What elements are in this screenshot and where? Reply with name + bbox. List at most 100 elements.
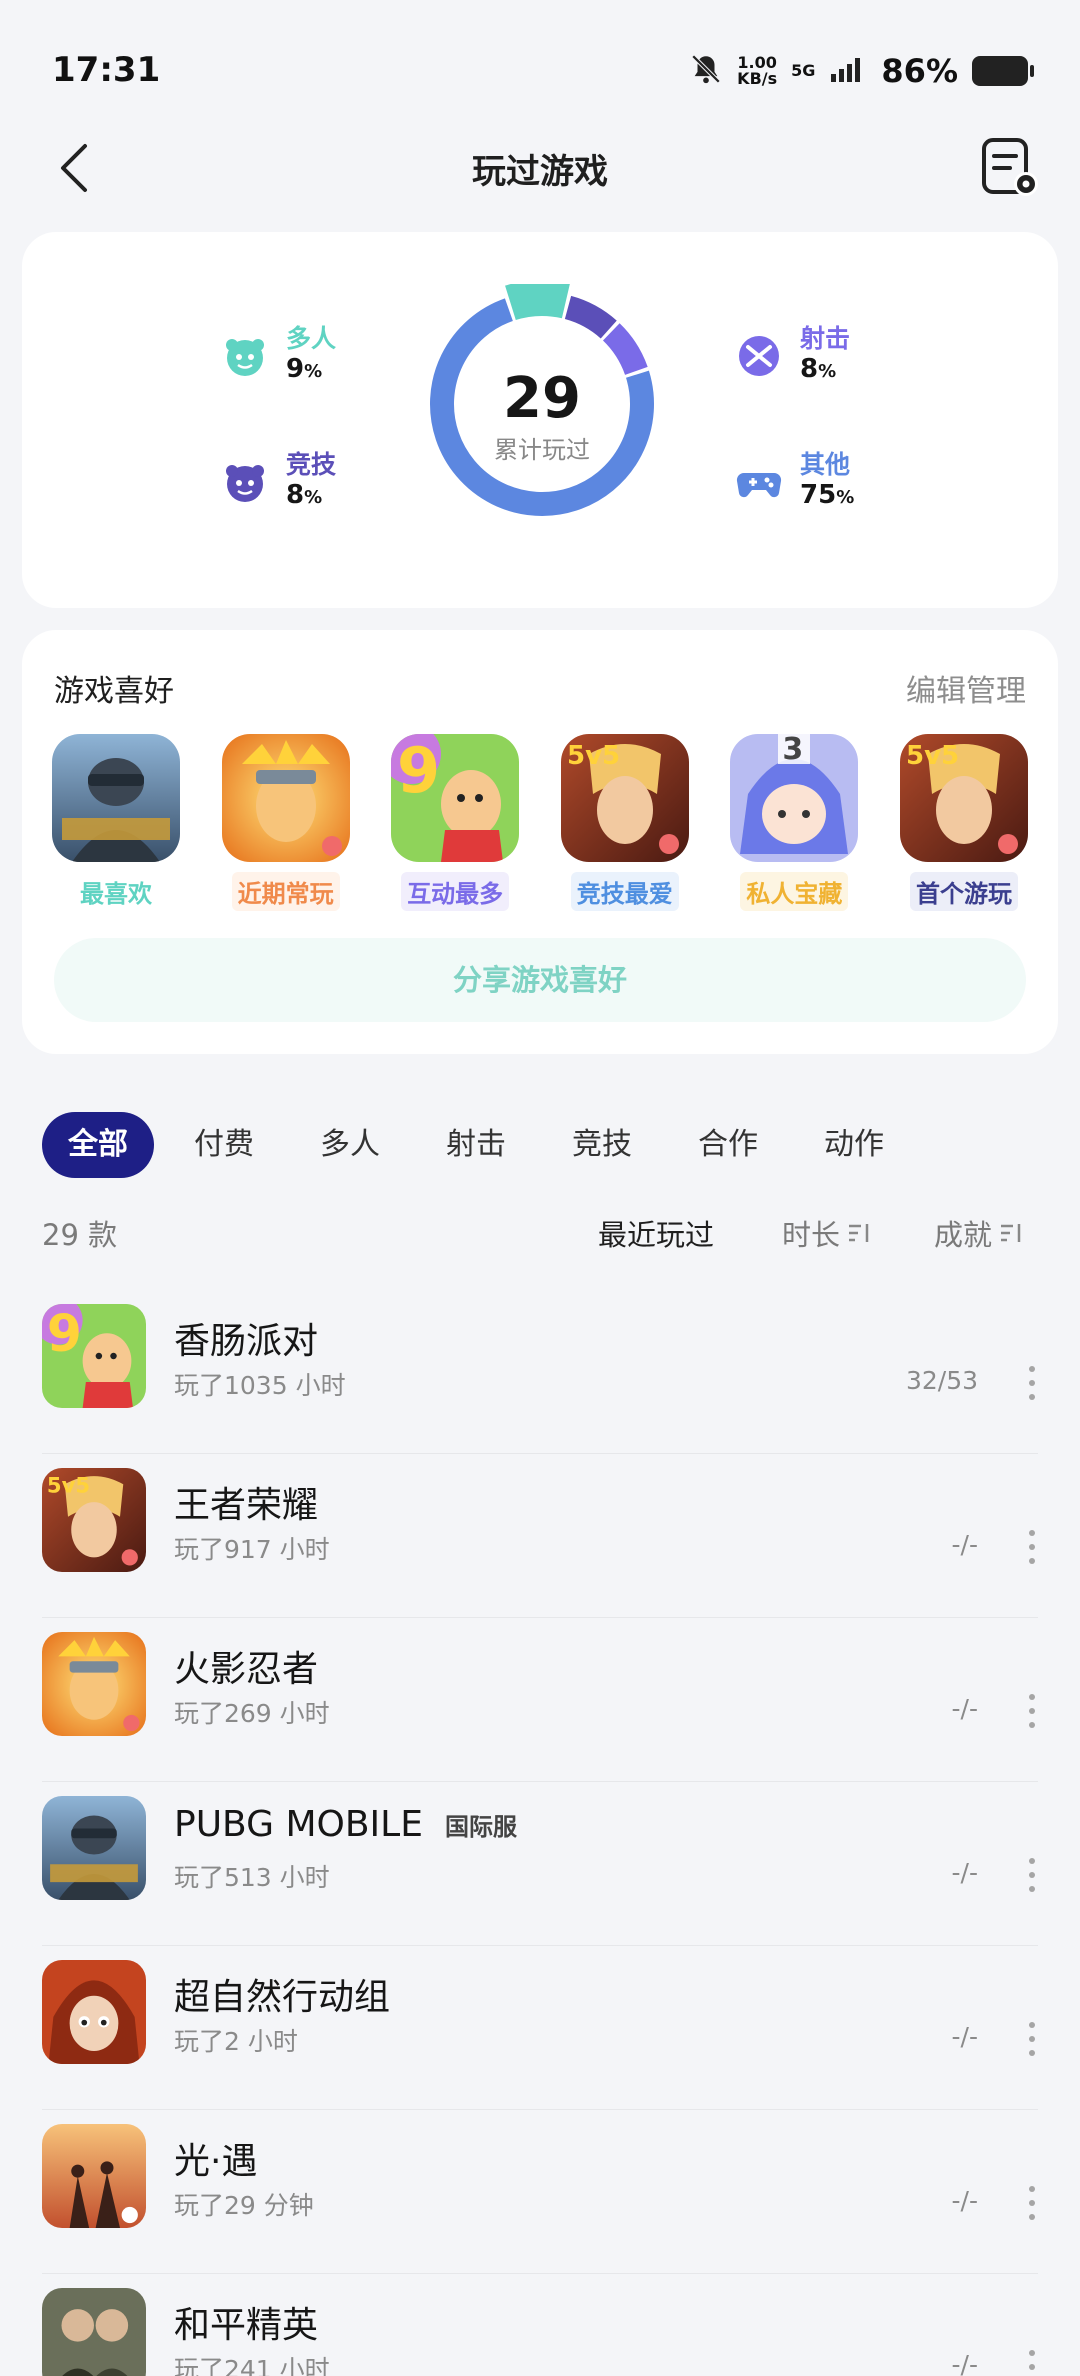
stat-label: 射击	[800, 324, 851, 353]
more-options-button[interactable]	[1026, 2186, 1038, 2220]
list-header: 29 款 最近玩过 时长 成就	[42, 1212, 1038, 1262]
stat-value: 8%	[286, 480, 336, 513]
stat-value: 9%	[286, 354, 336, 387]
tab-competitive[interactable]: 竞技	[546, 1112, 658, 1178]
play-time: 玩了29 分钟	[174, 2191, 314, 2220]
game-list: 9 香肠派对 玩了1035 小时 32/53 5v5 王者荣耀 玩了917 小时…	[42, 1290, 1038, 2376]
game-title: 和平精英	[174, 2305, 319, 2346]
honor-of-kings-icon: 5v5	[560, 734, 689, 862]
gamepad-icon	[736, 459, 782, 505]
competitive-icon	[222, 459, 268, 505]
preference-game[interactable]: 5v5 首个游玩	[899, 734, 1028, 911]
play-time: 玩了1035 小时	[174, 1371, 346, 1400]
play-time: 玩了513 小时	[174, 1863, 330, 1892]
play-time: 玩了269 小时	[174, 1699, 330, 1728]
play-time: 玩了241 小时	[174, 2355, 330, 2376]
more-options-button[interactable]	[1026, 1530, 1038, 1564]
preference-tag: 首个游玩	[909, 872, 1018, 911]
status-bar: 17:31 1.00 KB/s 5G 86%	[0, 0, 1080, 140]
list-item[interactable]: PUBG MOBILE 国际服 玩了513 小时 -/-	[42, 1782, 1038, 1946]
more-options-button[interactable]	[1026, 1858, 1038, 1892]
achievement-count: -/-	[951, 1530, 978, 1559]
tab-all[interactable]: 全部	[42, 1112, 154, 1178]
sort-achievement-label: 成就	[934, 1218, 993, 1252]
svg-text:5v5: 5v5	[47, 1472, 90, 1497]
preference-tag: 私人宝藏	[740, 872, 849, 911]
sort-duration-label: 时长	[782, 1218, 841, 1252]
naruto-icon	[42, 1632, 146, 1736]
svg-text:5v5: 5v5	[567, 741, 620, 771]
game-title: PUBG MOBILE	[174, 1804, 423, 1845]
preference-game[interactable]: 5v5 竞技最爱	[560, 734, 689, 911]
network-type: 5G	[791, 61, 816, 80]
preference-games: 最喜欢 近期常玩 9 互动最多 5v5 竞技最爱 3 私人宝藏 5v5 首个游玩	[52, 734, 1028, 911]
donut-segment-竞技	[564, 295, 617, 339]
sort-achievement[interactable]: 成就	[934, 1212, 1024, 1254]
play-time: 玩了917 小时	[174, 1535, 330, 1564]
stat-number: 9	[286, 354, 305, 384]
preference-game[interactable]: 近期常玩	[221, 734, 350, 911]
share-preference-button[interactable]: 分享游戏喜好	[54, 938, 1026, 1022]
game-preference-card: 游戏喜好 编辑管理 最喜欢 近期常玩 9 互动最多 5v5 竞技最爱 3 私人宝…	[22, 630, 1058, 1054]
stat-unit: %	[304, 361, 323, 382]
sky-icon	[42, 2124, 146, 2228]
achievement-count: 32/53	[905, 1366, 978, 1395]
multiplayer-icon	[222, 333, 268, 379]
preference-game[interactable]: 最喜欢	[52, 734, 180, 911]
list-settings-button[interactable]	[978, 136, 1042, 200]
game-name: 超自然行动组	[174, 1968, 390, 2020]
sausage-party-icon: 9	[391, 734, 520, 862]
net-speed-unit: KB/s	[737, 69, 778, 88]
more-options-button[interactable]	[1026, 1694, 1038, 1728]
honor-of-kings-icon: 5v5	[42, 1468, 146, 1572]
list-item[interactable]: 超自然行动组 玩了2 小时 -/-	[42, 1946, 1038, 2110]
signal-icon	[829, 54, 867, 88]
stat-shooter: 射击 8%	[736, 324, 850, 387]
preference-tag: 近期常玩	[231, 872, 340, 911]
game-name: 王者荣耀	[174, 1476, 318, 1528]
game-title: 香肠派对	[174, 1321, 319, 1362]
stat-number: 8	[286, 480, 305, 510]
game-title: 光·遇	[174, 2141, 258, 2182]
list-item[interactable]: 和平精英 玩了241 小时 -/-	[42, 2274, 1038, 2376]
preference-game[interactable]: 3 私人宝藏	[730, 734, 859, 911]
edit-manage-link[interactable]: 编辑管理	[906, 666, 1026, 710]
game-name: 和平精英	[174, 2296, 318, 2348]
battery-icon	[972, 56, 1034, 86]
more-options-button[interactable]	[1026, 2022, 1038, 2056]
net-speed: 1.00 KB/s	[737, 55, 777, 87]
stat-value: 75%	[800, 480, 854, 513]
category-tabs: 全部 付费 多人 射击 竞技 合作 动作	[42, 1112, 924, 1178]
tab-shooter[interactable]: 射击	[420, 1112, 532, 1178]
tab-paid[interactable]: 付费	[168, 1112, 280, 1178]
naruto-icon	[221, 734, 350, 862]
pubg-icon	[52, 734, 180, 862]
more-options-button[interactable]	[1026, 2350, 1038, 2376]
anime-girl-icon: 3	[730, 734, 859, 862]
stat-unit: %	[304, 487, 323, 508]
list-settings-icon	[982, 138, 1038, 196]
supernatural-icon	[42, 1960, 146, 2064]
stat-unit: %	[836, 487, 855, 508]
sausage-party-icon: 9	[42, 1304, 146, 1408]
tab-multiplayer[interactable]: 多人	[294, 1112, 406, 1178]
stat-competitive: 竞技 8%	[222, 450, 336, 513]
sort-duration[interactable]: 时长	[782, 1212, 872, 1254]
game-title: 王者荣耀	[174, 1485, 319, 1526]
list-item[interactable]: 火影忍者 玩了269 小时 -/-	[42, 1618, 1038, 1782]
list-item[interactable]: 5v5 王者荣耀 玩了917 小时 -/-	[42, 1454, 1038, 1618]
list-item[interactable]: 9 香肠派对 玩了1035 小时 32/53	[42, 1290, 1038, 1454]
honor-of-kings-icon: 5v5	[899, 734, 1028, 862]
svg-text:5v5: 5v5	[906, 741, 959, 771]
top-nav: 玩过游戏	[0, 130, 1080, 210]
sort-recent[interactable]: 最近玩过	[598, 1212, 714, 1254]
preference-game[interactable]: 9 互动最多	[391, 734, 520, 911]
stats-card: 29 累计玩过 多人 9% 竞技 8% 射击 8% 其他 75%	[22, 232, 1058, 608]
achievement-count: -/-	[951, 2350, 978, 2376]
tab-action[interactable]: 动作	[798, 1112, 910, 1178]
list-item[interactable]: 光·遇 玩了29 分钟 -/-	[42, 2110, 1038, 2274]
more-options-button[interactable]	[1026, 1366, 1038, 1400]
game-count: 29 款	[42, 1218, 118, 1252]
tab-coop[interactable]: 合作	[672, 1112, 784, 1178]
stat-label: 其他	[800, 450, 851, 479]
